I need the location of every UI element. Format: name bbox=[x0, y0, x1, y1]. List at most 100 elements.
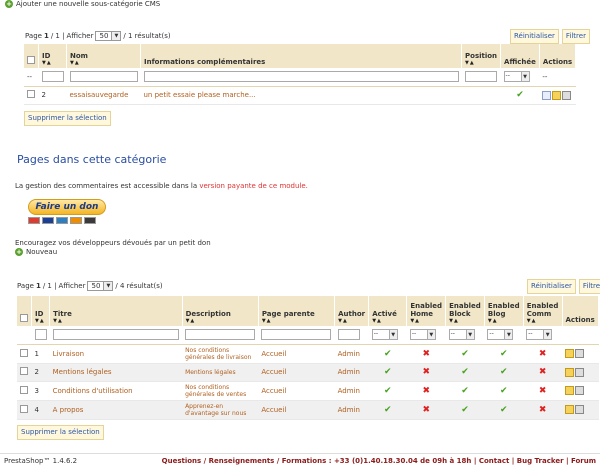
filter-block-select[interactable]: -- ▼ bbox=[448, 329, 475, 341]
cell-titre[interactable]: Livraison bbox=[49, 344, 183, 364]
cross-icon[interactable]: ✖ bbox=[422, 349, 430, 359]
cross-icon[interactable]: ✖ bbox=[539, 367, 547, 377]
cell-parent[interactable]: Accueil bbox=[258, 344, 335, 364]
filter-id-input[interactable] bbox=[41, 71, 64, 83]
sort-arrows-icon[interactable]: ▼▲ bbox=[465, 60, 497, 66]
cross-icon[interactable]: ✖ bbox=[539, 405, 547, 415]
filter-comm-select[interactable]: -- ▼ bbox=[526, 329, 553, 341]
cell-parent[interactable]: Accueil bbox=[258, 400, 335, 420]
delete-icon[interactable] bbox=[575, 405, 585, 414]
check-icon[interactable]: ✔ bbox=[500, 405, 508, 415]
cell-nom[interactable]: essaisauvegarde bbox=[66, 86, 141, 105]
filter-description-input[interactable] bbox=[185, 329, 256, 341]
footer-links[interactable]: Questions / Renseignements / Formations … bbox=[162, 457, 596, 465]
check-icon[interactable]: ✔ bbox=[516, 90, 524, 100]
edit-icon[interactable] bbox=[565, 405, 575, 414]
col-position: Position bbox=[465, 52, 498, 60]
col-active: Activé bbox=[372, 310, 397, 318]
filter-blog-select[interactable]: -- ▼ bbox=[487, 329, 514, 341]
cell-info[interactable]: un petit essaie please marche... bbox=[140, 86, 462, 105]
filter-button[interactable]: Filtrer bbox=[578, 279, 600, 294]
filter-info-input[interactable] bbox=[143, 71, 459, 83]
view-icon[interactable] bbox=[542, 90, 552, 100]
delete-icon[interactable] bbox=[562, 90, 572, 100]
row-checkbox[interactable] bbox=[20, 348, 28, 357]
cell-titre[interactable]: Mentions légales bbox=[49, 363, 183, 382]
sort-arrows-icon[interactable]: ▼▲ bbox=[186, 318, 255, 324]
paid-version-link[interactable]: version payante de ce module. bbox=[199, 182, 308, 190]
sort-arrows-icon[interactable]: ▼▲ bbox=[488, 318, 520, 324]
filter-author-input[interactable] bbox=[337, 329, 360, 341]
filter-titre-input[interactable] bbox=[52, 329, 179, 341]
check-icon[interactable]: ✔ bbox=[500, 367, 508, 377]
row-checkbox[interactable] bbox=[20, 385, 28, 394]
cell-titre[interactable]: Conditions d'utilisation bbox=[49, 381, 183, 401]
cell-parent[interactable]: Accueil bbox=[258, 363, 335, 382]
delete-selection-button-1[interactable]: Supprimer la sélection bbox=[24, 111, 111, 126]
delete-selection-button-2[interactable]: Supprimer la sélection bbox=[17, 425, 104, 440]
delete-icon[interactable] bbox=[575, 367, 585, 377]
sort-arrows-icon[interactable]: ▼▲ bbox=[372, 318, 403, 324]
cell-description[interactable]: Nos conditions générales de ventes bbox=[182, 381, 259, 401]
sort-arrows-icon[interactable]: ▼▲ bbox=[449, 318, 481, 324]
cross-icon[interactable]: ✖ bbox=[422, 367, 430, 377]
row-checkbox[interactable] bbox=[20, 367, 28, 375]
filter-id-input[interactable] bbox=[34, 329, 47, 341]
new-page-link[interactable]: + Nouveau bbox=[15, 248, 57, 256]
cell-parent[interactable]: Accueil bbox=[258, 381, 335, 401]
sort-arrows-icon[interactable]: ▼▲ bbox=[42, 60, 63, 66]
delete-icon[interactable] bbox=[575, 386, 585, 395]
edit-icon[interactable] bbox=[565, 386, 575, 395]
filter-active-select[interactable]: -- ▼ bbox=[371, 329, 398, 341]
row-checkbox[interactable] bbox=[20, 404, 28, 413]
per-page-select[interactable]: 50 ▼ bbox=[87, 281, 114, 291]
check-icon[interactable]: ✔ bbox=[384, 386, 392, 396]
filter-affichee-select[interactable]: -- ▼ bbox=[503, 71, 530, 83]
check-icon[interactable]: ✔ bbox=[461, 405, 469, 415]
cell-author: Admin bbox=[334, 344, 369, 364]
sort-arrows-icon[interactable]: ▼▲ bbox=[35, 318, 46, 324]
check-icon[interactable]: ✔ bbox=[384, 367, 392, 377]
add-subcategory-link[interactable]: + Ajouter une nouvelle sous-catégorie CM… bbox=[5, 0, 160, 8]
sort-arrows-icon[interactable]: ▼▲ bbox=[410, 318, 442, 324]
filter-parent-input[interactable] bbox=[261, 329, 332, 341]
check-icon[interactable]: ✔ bbox=[461, 367, 469, 377]
per-page-select[interactable]: 50 ▼ bbox=[95, 31, 122, 41]
filter-home-select[interactable]: -- ▼ bbox=[409, 329, 436, 341]
check-icon[interactable]: ✔ bbox=[384, 349, 392, 359]
check-icon[interactable]: ✔ bbox=[500, 349, 508, 359]
cell-titre[interactable]: A propos bbox=[49, 400, 183, 420]
plus-icon: + bbox=[15, 248, 23, 256]
cross-icon[interactable]: ✖ bbox=[539, 349, 547, 359]
reset-button[interactable]: Réinitialiser bbox=[510, 29, 559, 44]
check-icon[interactable]: ✔ bbox=[384, 405, 392, 415]
sort-arrows-icon[interactable]: ▼▲ bbox=[338, 318, 365, 324]
cell-description[interactable]: Mentions légales bbox=[182, 363, 259, 382]
sort-arrows-icon[interactable]: ▼▲ bbox=[262, 318, 331, 324]
edit-icon[interactable] bbox=[565, 349, 575, 358]
check-icon[interactable]: ✔ bbox=[461, 349, 469, 359]
select-all-checkbox[interactable] bbox=[20, 314, 28, 322]
select-all-checkbox[interactable] bbox=[27, 56, 35, 64]
filter-position-input[interactable] bbox=[464, 71, 497, 83]
cross-icon[interactable]: ✖ bbox=[422, 386, 430, 396]
cross-icon[interactable]: ✖ bbox=[422, 405, 430, 415]
delete-icon[interactable] bbox=[575, 349, 585, 358]
sort-arrows-icon[interactable]: ▼▲ bbox=[53, 318, 178, 324]
sort-arrows-icon[interactable]: ▼▲ bbox=[70, 60, 137, 66]
reset-button[interactable]: Réinitialiser bbox=[527, 279, 576, 294]
edit-icon[interactable] bbox=[565, 367, 575, 377]
row-checkbox[interactable] bbox=[27, 90, 35, 98]
filter-nom-input[interactable] bbox=[69, 71, 138, 83]
cell-description[interactable]: Nos conditions générales de livraison bbox=[182, 344, 259, 364]
check-icon[interactable]: ✔ bbox=[461, 386, 469, 396]
sort-arrows-icon[interactable]: ▼▲ bbox=[527, 318, 559, 324]
filter-button[interactable]: Filtrer bbox=[561, 29, 590, 44]
check-icon[interactable]: ✔ bbox=[500, 386, 508, 396]
footer-brand: PrestaShop™ 1.4.6.2 bbox=[4, 456, 78, 465]
donate-button[interactable]: Faire un don bbox=[28, 199, 106, 215]
cross-icon[interactable]: ✖ bbox=[539, 386, 547, 396]
cell-description[interactable]: Apprenez-en d'avantage sur nous bbox=[182, 400, 259, 420]
edit-icon[interactable] bbox=[552, 90, 562, 100]
chevron-down-icon: ▼ bbox=[426, 330, 435, 340]
